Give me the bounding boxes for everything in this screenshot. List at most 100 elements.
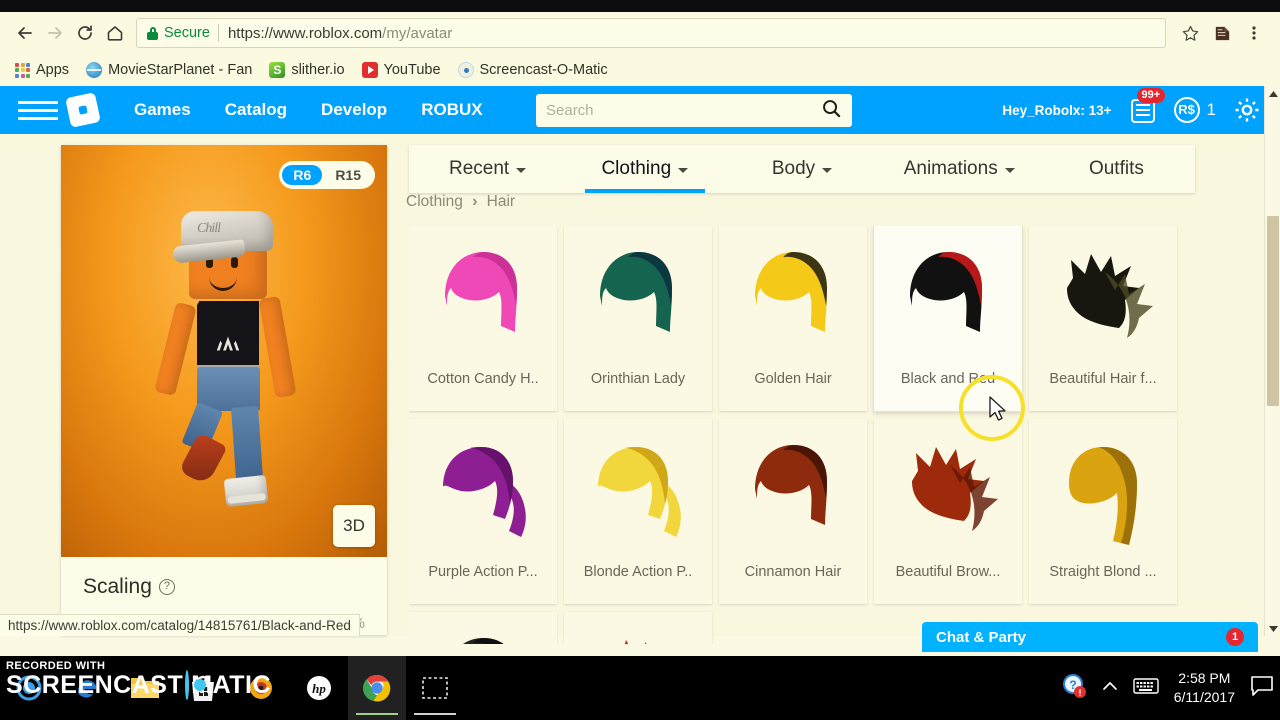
rig-option-r6[interactable]: R6	[282, 165, 323, 185]
taskbar-clock[interactable]: 2:58 PM 6/11/2017	[1174, 669, 1235, 707]
username-label[interactable]: Hey_Robolx: 13+	[1002, 103, 1111, 118]
nav-link-catalog[interactable]: Catalog	[225, 100, 287, 120]
nav-link-develop[interactable]: Develop	[321, 100, 387, 120]
scrollbar-thumb[interactable]	[1267, 216, 1279, 406]
media-app-icon[interactable]	[232, 656, 290, 720]
reload-icon[interactable]	[70, 18, 100, 48]
hamburger-menu-icon[interactable]	[18, 100, 58, 120]
search-box[interactable]	[536, 94, 852, 127]
item-thumbnail	[874, 226, 1022, 371]
catalog-item-card[interactable]: Blonde Action P..	[564, 419, 712, 604]
youtube-favicon	[361, 62, 378, 78]
status-bar: https://www.roblox.com/catalog/14815761/…	[0, 614, 360, 636]
nav-link-robux[interactable]: ROBUX	[421, 100, 482, 120]
three-dot-menu-icon[interactable]	[1238, 18, 1270, 48]
bookmark-star-icon[interactable]	[1174, 18, 1206, 48]
mouse-pointer	[989, 396, 1006, 421]
catalog-item-card[interactable]	[409, 612, 557, 644]
catalog-row: Cotton Candy H.. Orinthian Lady Golden H…	[409, 226, 1199, 411]
catalog-item-card[interactable]: Cotton Candy H..	[409, 226, 557, 411]
bookmark-label: Screencast-O-Matic	[479, 62, 608, 78]
action-center-icon[interactable]	[1250, 675, 1274, 702]
address-bar[interactable]: Secure https://www.roblox.com/my/avatar	[136, 18, 1166, 48]
catalog-item-card[interactable]: Cinnamon Hair	[719, 419, 867, 604]
file-explorer-icon[interactable]	[116, 656, 174, 720]
help-circle-icon[interactable]: ?	[158, 579, 175, 595]
item-label: Cinnamon Hair	[744, 564, 842, 580]
tab-recent[interactable]: Recent	[409, 145, 566, 193]
catalog-item-grid[interactable]: Cotton Candy H.. Orinthian Lady Golden H…	[409, 226, 1199, 644]
apps-grid-icon	[15, 62, 30, 78]
screencast-o-matic-favicon	[457, 62, 474, 78]
tab-animations[interactable]: Animations	[881, 145, 1038, 193]
tab-clothing[interactable]: Clothing	[566, 145, 723, 193]
bookmark-moviestarplanet[interactable]: MovieStarPlanet - Fan	[81, 60, 257, 80]
robux-balance[interactable]: R$ 1	[1173, 97, 1216, 123]
rig-type-toggle[interactable]: R6 R15	[279, 161, 375, 189]
tab-body[interactable]: Body	[723, 145, 880, 193]
microsoft-store-icon[interactable]	[174, 656, 232, 720]
breadcrumb-root[interactable]: Clothing	[406, 193, 463, 210]
edge-browser-icon[interactable]	[58, 656, 116, 720]
status-bar-url: https://www.roblox.com/catalog/14815761/…	[8, 618, 351, 633]
item-label: Purple Action P...	[428, 564, 538, 580]
touch-keyboard-icon[interactable]	[1133, 677, 1159, 700]
bookmark-apps[interactable]: Apps	[10, 60, 74, 80]
hp-app-icon[interactable]: hp	[290, 656, 348, 720]
catalog-item-card[interactable]: Golden Hair	[719, 226, 867, 411]
item-label: Golden Hair	[754, 371, 832, 387]
catalog-item-card[interactable]: Purple Action P...	[409, 419, 557, 604]
catalog-item-card[interactable]: Beautiful Hair f...	[1029, 226, 1177, 411]
tab-outfits[interactable]: Outfits	[1038, 145, 1195, 193]
search-input[interactable]	[546, 102, 821, 119]
bookmark-screencast-o-matic[interactable]: Screencast-O-Matic	[453, 60, 613, 80]
catalog-item-card[interactable]: Beautiful Brow...	[874, 419, 1022, 604]
breadcrumb-separator: ›	[472, 193, 478, 210]
browser-toolbar: Secure https://www.roblox.com/my/avatar	[0, 12, 1280, 54]
item-thumbnail	[719, 226, 867, 371]
bookmark-slither[interactable]: slither.io	[264, 60, 349, 80]
catalog-item-card[interactable]: Orinthian Lady	[564, 226, 712, 411]
chrome-browser-icon[interactable]	[348, 656, 406, 720]
back-arrow-icon[interactable]	[10, 18, 40, 48]
help-alert-icon[interactable]: ?!	[1061, 673, 1087, 704]
item-thumbnail	[409, 226, 557, 371]
browser-tabstrip	[0, 0, 1280, 12]
catalog-item-card[interactable]	[564, 612, 712, 644]
home-icon[interactable]	[100, 18, 130, 48]
avatar-3d-viewport[interactable]: R6 R15 Chill 3D	[61, 145, 387, 557]
show-hidden-icons-chevron[interactable]	[1102, 679, 1118, 697]
bookmarks-bar: Apps MovieStarPlanet - Fan slither.io Yo…	[0, 54, 1280, 86]
tab-label: Outfits	[1088, 158, 1144, 179]
breadcrumb: Clothing › Hair	[406, 193, 515, 211]
messages-icon[interactable]: 99+	[1128, 88, 1166, 125]
item-label: Straight Blond ...	[1049, 564, 1157, 580]
nav-link-games[interactable]: Games	[134, 100, 191, 120]
gear-icon[interactable]	[1232, 95, 1262, 125]
search-icon[interactable]	[821, 98, 842, 124]
clock-date: 6/11/2017	[1173, 689, 1235, 705]
page-scrollbar[interactable]	[1264, 86, 1280, 636]
scroll-up-icon[interactable]	[1265, 86, 1280, 102]
catalog-item-card[interactable]: Straight Blond ...	[1029, 419, 1177, 604]
chat-and-party-bar[interactable]: Chat & Party 1	[922, 622, 1258, 652]
item-thumbnail	[1029, 419, 1177, 564]
extension-icon[interactable]	[1206, 18, 1238, 48]
moviestarplanet-favicon	[86, 62, 103, 78]
cortana-search-icon[interactable]	[0, 656, 58, 720]
scroll-down-icon[interactable]	[1265, 620, 1280, 636]
task-view-icon[interactable]	[406, 656, 464, 720]
item-thumbnail	[409, 612, 557, 644]
chat-title: Chat & Party	[936, 628, 1027, 646]
clock-time: 2:58 PM	[1178, 670, 1231, 686]
chevron-down-icon	[822, 168, 833, 173]
bookmark-youtube[interactable]: YouTube	[357, 60, 446, 80]
chevron-down-icon	[1004, 168, 1015, 173]
roblox-logo-icon[interactable]	[65, 92, 101, 128]
address-bar-url: https://www.roblox.com/my/avatar	[227, 24, 453, 42]
item-thumbnail	[564, 226, 712, 371]
rig-option-r15[interactable]: R15	[324, 165, 372, 185]
chevron-down-icon	[678, 168, 689, 173]
view-3d-button[interactable]: 3D	[333, 505, 375, 547]
system-tray: ?! 2:58 PM 6/11/2017	[1061, 656, 1274, 720]
